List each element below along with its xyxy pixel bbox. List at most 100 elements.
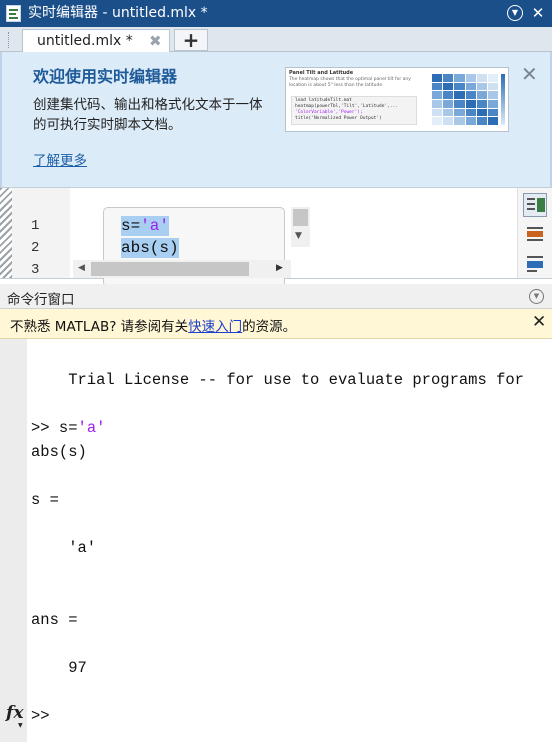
heatmap-cell [432, 99, 443, 108]
heatmap-cell [487, 117, 498, 125]
function-browser-icon[interactable]: fx [6, 703, 23, 723]
heatmap-cell [487, 99, 498, 108]
infobar-text: 不熟悉 MATLAB? 请参阅有关快速入门的资源。 [10, 315, 296, 335]
heatmap-cell [476, 91, 487, 99]
heatmap-cell [443, 91, 454, 99]
tab-label: untitled.mlx * [37, 33, 133, 49]
editor-vertical-scrollbar[interactable]: ▼ [291, 207, 310, 247]
heatmap-cell [465, 117, 476, 125]
scroll-down-icon[interactable]: ▼ [295, 231, 302, 241]
code-text: s= [121, 217, 141, 235]
heatmap-cell [465, 82, 476, 91]
heatmap-cell [476, 99, 487, 108]
command-window-header: 命令行窗口 ▼ [0, 284, 552, 309]
function-browser-arrow-icon[interactable]: ▼ [18, 722, 23, 729]
line-number-gutter: 1 2 3 [12, 188, 70, 278]
quick-start-link[interactable]: 快速入门 [188, 319, 242, 335]
output-right-icon[interactable] [523, 193, 547, 217]
heatmap-cell [487, 91, 498, 99]
heatmap-cell [443, 108, 454, 117]
scroll-left-icon[interactable]: ◀ [78, 263, 85, 273]
line-number: 1 [31, 218, 40, 234]
command-window-menu-icon[interactable]: ▼ [529, 289, 544, 304]
welcome-banner: 欢迎使用实时编辑器 创建集代码、输出和格式化文本于一体的可执行实时脚本文档。 了… [0, 52, 552, 187]
command-window-title: 命令行窗口 [7, 292, 75, 308]
tab-untitled[interactable]: untitled.mlx * ✖ [22, 29, 170, 53]
command-window-margin [0, 339, 27, 742]
heatmap-cell [487, 108, 498, 117]
vertical-scroll-thumb[interactable] [293, 209, 308, 226]
heatmap-cell [476, 74, 487, 82]
heatmap-cell [476, 117, 487, 125]
infobar-text-after: 的资源。 [242, 319, 297, 335]
heatmap-cell [454, 117, 465, 125]
heatmap-cell [443, 74, 454, 82]
line-number: 3 [31, 262, 40, 278]
heatmap-cell [487, 82, 498, 91]
heatmap-cell [454, 74, 465, 82]
heatmap-cell [443, 99, 454, 108]
editor-horizontal-scrollbar[interactable]: ◀ ▶ [73, 260, 291, 278]
thumbnail-title: Panel Tilt and Latitude [289, 70, 354, 76]
tab-grip-handle[interactable] [8, 32, 11, 48]
heatmap-cell [465, 108, 476, 117]
horizontal-scroll-thumb[interactable] [91, 262, 249, 276]
heatmap-cell [465, 91, 476, 99]
heatmap-cell [432, 74, 443, 82]
heatmap-cell [454, 108, 465, 117]
heatmap-cell [443, 117, 454, 125]
heatmap-cell [465, 74, 476, 82]
thumbnail-colorbar [501, 74, 505, 125]
command-window-body[interactable]: Trial License -- for use to evaluate pro… [0, 339, 552, 742]
editor-left-hatch [0, 188, 12, 278]
scroll-right-icon[interactable]: ▶ [276, 263, 283, 273]
learn-more-link[interactable]: 了解更多 [33, 149, 87, 169]
output-variable-label: ans = [31, 611, 78, 629]
heatmap-cell [454, 82, 465, 91]
string-literal: 'a' [77, 419, 106, 437]
heatmap-cell [487, 74, 498, 82]
heatmap-cell [432, 117, 443, 125]
getting-started-infobar: 不熟悉 MATLAB? 请参阅有关快速入门的资源。 ✕ [0, 309, 552, 339]
thumbnail-heatmap [432, 74, 498, 125]
heatmap-cell [432, 82, 443, 91]
live-editor-pane[interactable]: 1 2 3 s='a' abs(s) ▼ ◀ ▶ [0, 187, 552, 287]
window-title: 实时编辑器 - untitled.mlx * [28, 5, 208, 21]
heatmap-cell [476, 82, 487, 91]
heatmap-cell [454, 91, 465, 99]
infobar-text-before: 不熟悉 MATLAB? 请参阅有关 [10, 319, 189, 335]
tab-close-icon[interactable]: ✖ [149, 32, 162, 50]
window-menu-icon[interactable]: ▼ [507, 5, 523, 21]
thumbnail-code-line: title('Normalized Power Output') [295, 116, 382, 121]
output-variable-value: 'a' [31, 539, 97, 557]
output-inline-icon[interactable] [523, 223, 547, 247]
prompt-command: >> s= [31, 419, 78, 437]
welcome-title: 欢迎使用实时编辑器 [33, 67, 178, 86]
output-mode-toolbar [517, 188, 552, 278]
line-number: 2 [31, 240, 40, 256]
output-variable-label: s = [31, 491, 59, 509]
new-tab-button[interactable]: + [174, 29, 208, 51]
thumbnail-description: The heatmap shows that the optimal panel… [289, 77, 411, 88]
heatmap-cell [443, 82, 454, 91]
tab-strip: untitled.mlx * ✖ + [0, 27, 552, 53]
window-close-icon[interactable]: ✕ [530, 5, 546, 21]
welcome-description: 创建集代码、输出和格式化文本于一体的可执行实时脚本文档。 [33, 97, 263, 133]
live-script-icon [6, 5, 21, 22]
banner-close-icon[interactable]: ✕ [521, 62, 538, 86]
code-line-2[interactable]: abs(s) [121, 238, 179, 258]
trial-license-line: Trial License -- for use to evaluate pro… [31, 371, 524, 389]
hide-code-icon[interactable] [523, 252, 547, 276]
heatmap-cell [476, 108, 487, 117]
command-prompt[interactable]: >> [31, 706, 50, 726]
code-line-1[interactable]: s='a' [121, 216, 170, 236]
live-editor-window: 实时编辑器 - untitled.mlx * ▼ ✕ untitled.mlx … [0, 0, 552, 742]
output-variable-value: 97 [31, 659, 87, 677]
example-thumbnail[interactable]: Panel Tilt and Latitude The heatmap show… [285, 67, 509, 132]
infobar-close-icon[interactable]: ✕ [532, 312, 546, 332]
heatmap-cell [465, 99, 476, 108]
heatmap-cell [454, 99, 465, 108]
thumbnail-code: load latitudeTilt.mat heatmap(powerTbl,'… [291, 96, 417, 125]
heatmap-cell [432, 108, 443, 117]
command-history-line: >> s='a' [31, 418, 105, 438]
